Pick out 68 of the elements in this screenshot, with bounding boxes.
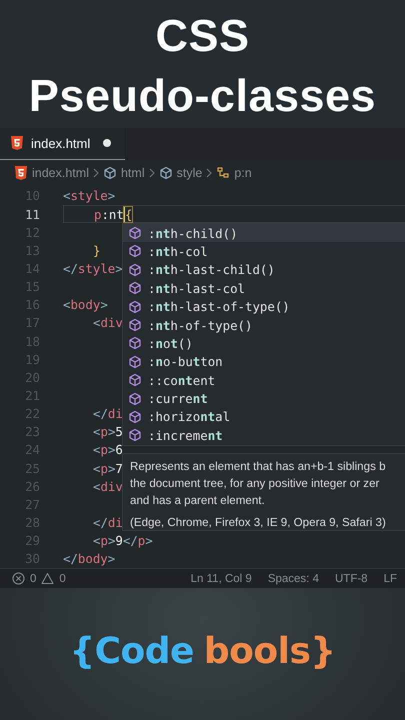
encoding[interactable]: UTF-8	[334, 572, 368, 585]
logo-text: bools}	[204, 630, 336, 674]
suggestion-item[interactable]: :nth-of-type()	[123, 316, 405, 334]
suggestion-item[interactable]: :not()	[123, 334, 405, 353]
headline: CSS	[154, 9, 251, 63]
code-line: <body>	[63, 297, 108, 312]
suggestion-item[interactable]: :nth-col	[123, 242, 405, 261]
warning-icon	[41, 572, 54, 586]
headline: Pseudo-classes	[28, 69, 378, 123]
cube-icon	[128, 392, 142, 406]
file-tab[interactable]: index.html	[0, 128, 126, 160]
selector-icon	[216, 166, 230, 180]
code-line: <style>	[63, 188, 116, 204]
chevron-icon	[205, 167, 214, 180]
line-number: 11	[24, 206, 40, 222]
suggestion-item[interactable]: :nth-last-col	[123, 279, 405, 298]
code-line: </body>	[63, 551, 116, 566]
error-count[interactable]: 0	[30, 572, 36, 585]
browser-support: (Edge, Chrome, Firefox 3, IE 9, Opera 9, Safari 3)	[130, 514, 387, 531]
code-line: <p>9</p>	[93, 533, 153, 548]
suggestion-item[interactable]: :horizontal	[123, 408, 405, 426]
suggestion-item[interactable]: :nth-last-of-type()	[123, 297, 405, 316]
logo-text: {Code	[69, 630, 194, 674]
code-line: <div	[93, 478, 123, 494]
code-line: }	[93, 242, 100, 258]
chevron-icon	[92, 167, 100, 180]
cube-icon	[128, 410, 142, 424]
code-line: <p>7	[93, 460, 123, 476]
suggestion-item[interactable]: :no-button	[123, 352, 405, 371]
cube-icon	[128, 354, 142, 369]
element-icon	[102, 166, 117, 180]
suggestion-item[interactable]: :increment	[123, 426, 405, 445]
description-text: Represents an element that has an+b-1 siblings b	[130, 458, 387, 475]
cube-icon	[128, 336, 142, 350]
indentation-setting[interactable]: Spaces: 4	[268, 572, 319, 585]
code-line: </di	[93, 514, 123, 530]
code-line: <p>5	[93, 424, 123, 440]
warning-count[interactable]: 0	[59, 572, 66, 585]
code-line: <p>6	[93, 442, 123, 458]
code-line: <div	[93, 315, 123, 330]
cube-icon	[128, 373, 142, 388]
suggestion-item[interactable]: ::content	[123, 371, 405, 390]
cube-icon	[128, 428, 142, 442]
line-ending[interactable]: LF	[384, 572, 397, 585]
breadcrumb[interactable]: p:n	[216, 166, 252, 180]
cube-icon	[128, 244, 142, 258]
html-file-icon	[14, 165, 28, 182]
error-icon	[12, 572, 25, 586]
description-text: and has a parent element.	[130, 492, 266, 509]
html-file-icon	[10, 135, 24, 152]
breadcrumb[interactable]: html	[102, 166, 145, 180]
breadcrumb[interactable]: style	[158, 166, 202, 180]
code-line: p:nt{	[94, 206, 132, 222]
description-text: the document tree, for any positive integer or zer	[130, 476, 380, 492]
element-icon	[158, 166, 173, 180]
cube-icon	[128, 281, 142, 296]
cursor-position[interactable]: Ln 11, Col 9	[190, 572, 252, 585]
breadcrumb[interactable]: index.html	[14, 165, 89, 182]
code-line: </style>	[63, 261, 123, 276]
chevron-icon	[148, 167, 156, 180]
suggestion-item[interactable]: :nth-last-child()	[123, 260, 405, 280]
suggestion-item[interactable]: :nth-child()	[123, 224, 405, 242]
cube-icon	[128, 318, 142, 332]
cube-icon	[128, 226, 142, 240]
cube-icon	[128, 300, 142, 314]
suggestion-item[interactable]: :current	[123, 389, 405, 408]
cube-icon	[128, 262, 142, 277]
code-line: </di	[93, 406, 123, 422]
